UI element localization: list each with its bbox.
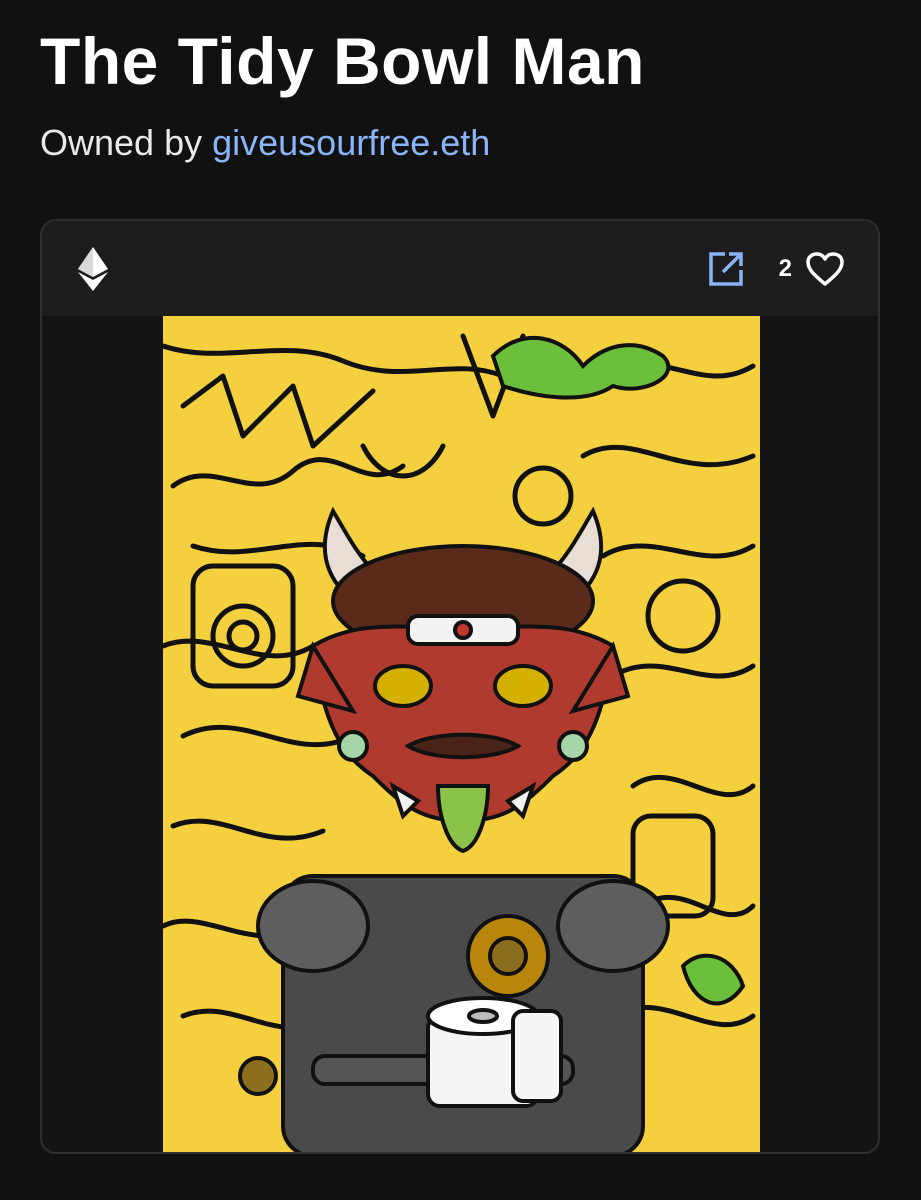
ethereum-icon — [78, 247, 108, 291]
owner-link[interactable]: giveusourfree.eth — [212, 122, 490, 163]
card-actions: 2 — [707, 247, 846, 291]
nft-card: 2 — [40, 219, 880, 1154]
artwork-image — [163, 316, 760, 1152]
nft-artwork[interactable] — [163, 316, 760, 1152]
card-header: 2 — [42, 221, 878, 316]
external-link-button[interactable] — [707, 250, 745, 288]
owned-by-label: Owned by — [40, 122, 203, 163]
heart-outline-icon — [806, 252, 844, 286]
like-count: 2 — [778, 255, 792, 282]
like-button[interactable] — [804, 249, 846, 289]
page-title: The Tidy Bowl Man — [40, 24, 645, 98]
external-link-icon — [708, 252, 743, 286]
owner-line: Owned by giveusourfree.eth — [40, 120, 490, 166]
